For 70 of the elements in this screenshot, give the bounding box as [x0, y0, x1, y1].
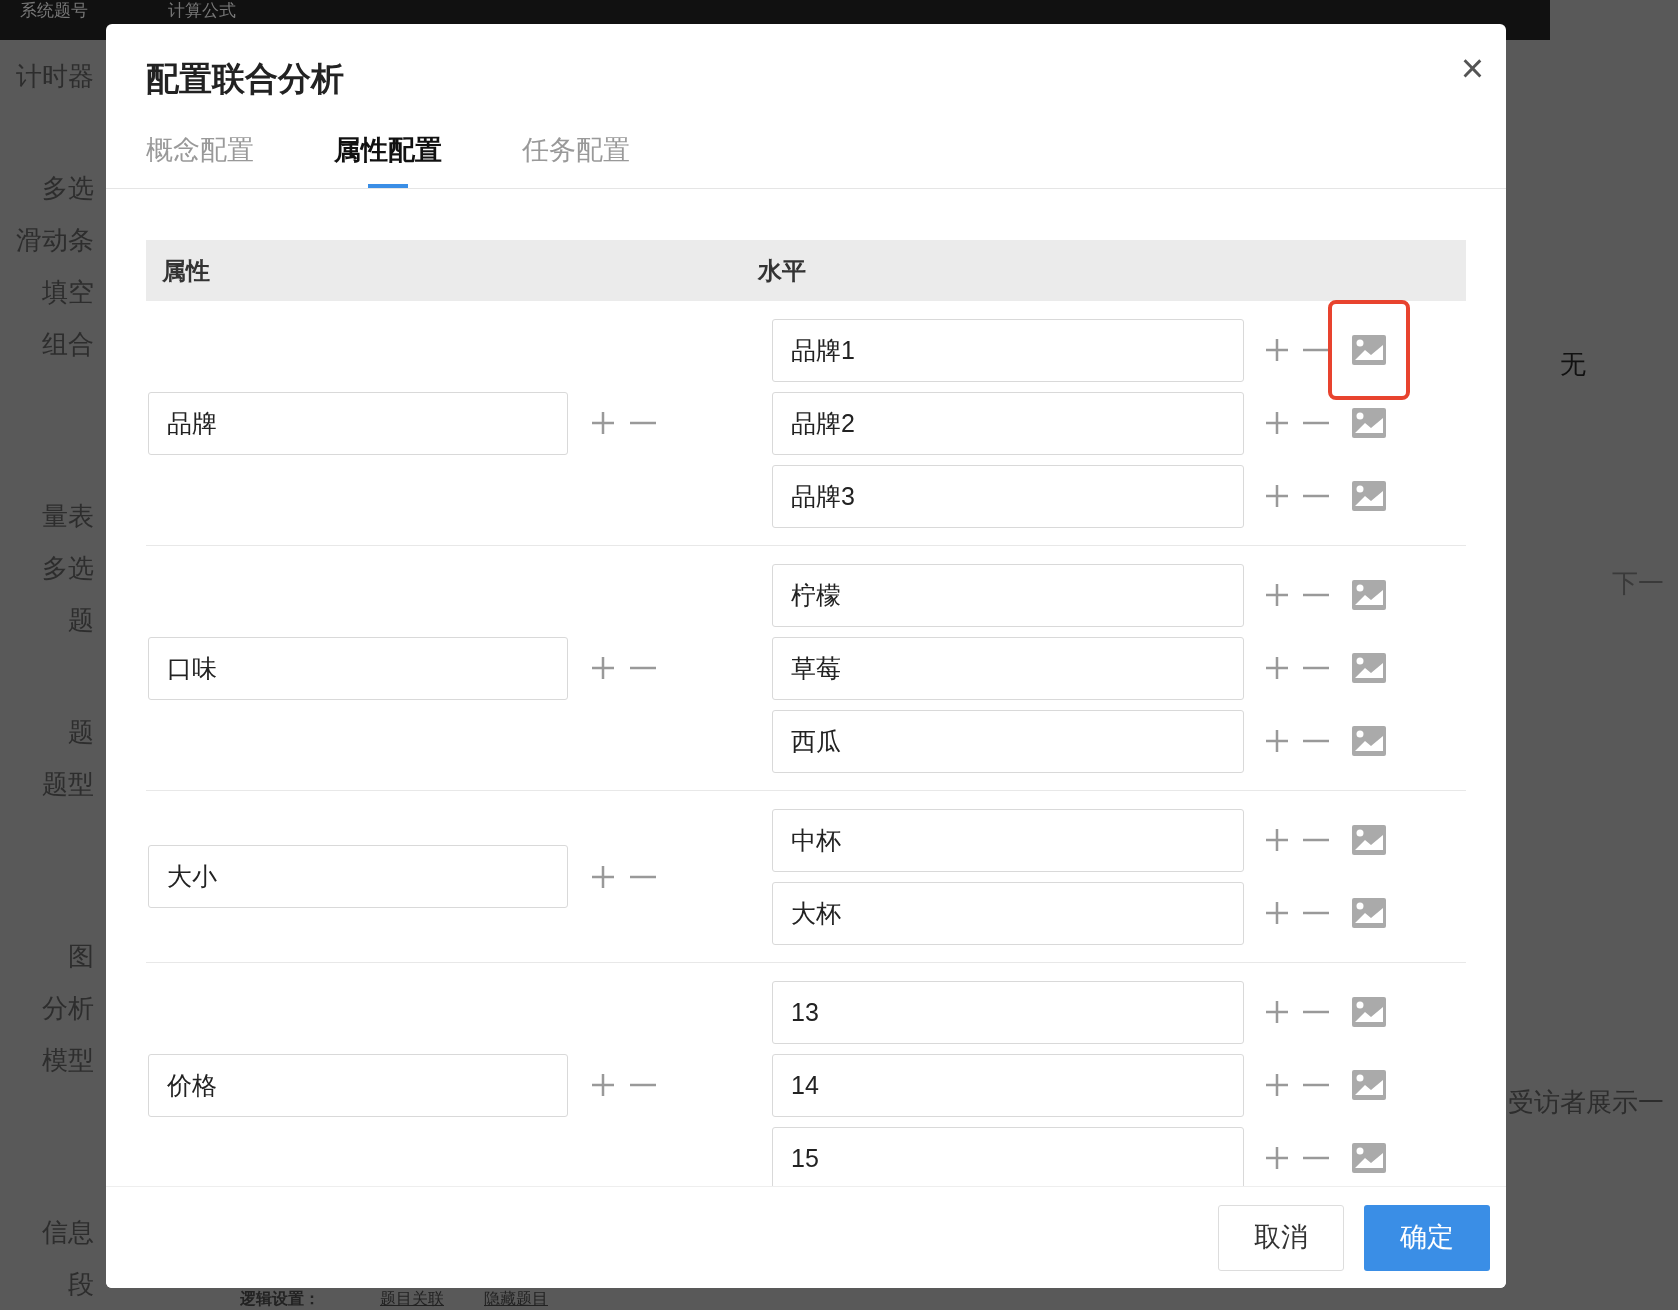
- minus-icon[interactable]: [630, 1083, 656, 1087]
- column-header: 水平: [758, 255, 806, 286]
- level-input[interactable]: 品牌3: [772, 464, 1244, 528]
- minus-icon[interactable]: [1303, 348, 1329, 352]
- plus-icon[interactable]: [1264, 900, 1290, 926]
- image-icon[interactable]: [1352, 1143, 1386, 1173]
- plus-icon[interactable]: [590, 1072, 616, 1098]
- minus-icon[interactable]: [1303, 739, 1329, 743]
- image-icon[interactable]: [1352, 481, 1386, 511]
- confirm-button[interactable]: 确定: [1364, 1204, 1490, 1271]
- minus-icon[interactable]: [1303, 1010, 1329, 1014]
- level-input[interactable]: 15: [772, 1126, 1244, 1186]
- minus-icon[interactable]: [1303, 666, 1329, 670]
- plus-icon[interactable]: [590, 410, 616, 436]
- image-icon[interactable]: [1352, 1070, 1386, 1100]
- attribute-input[interactable]: 价格: [148, 1053, 568, 1117]
- plus-icon[interactable]: [1264, 655, 1290, 681]
- image-icon[interactable]: [1352, 335, 1386, 365]
- plus-icon[interactable]: [590, 655, 616, 681]
- image-icon[interactable]: [1352, 408, 1386, 438]
- plus-icon[interactable]: [1264, 999, 1290, 1025]
- plus-icon[interactable]: [1264, 827, 1290, 853]
- plus-icon[interactable]: [1264, 410, 1290, 436]
- plus-icon[interactable]: [1264, 1145, 1290, 1171]
- plus-icon[interactable]: [1264, 337, 1290, 363]
- top-bar-text: 系统题号: [20, 0, 88, 22]
- minus-icon[interactable]: [1303, 593, 1329, 597]
- plus-icon[interactable]: [1264, 728, 1290, 754]
- image-icon[interactable]: [1352, 726, 1386, 756]
- attribute-input[interactable]: 品牌: [148, 391, 568, 455]
- minus-icon[interactable]: [1303, 1083, 1329, 1087]
- plus-icon[interactable]: [1264, 483, 1290, 509]
- level-input[interactable]: 13: [772, 980, 1244, 1044]
- level-input[interactable]: 柠檬: [772, 563, 1244, 627]
- logic-link[interactable]: 题目关联: [380, 1289, 444, 1309]
- minus-icon[interactable]: [630, 874, 656, 879]
- minus-icon[interactable]: [630, 666, 656, 670]
- minus-icon[interactable]: [1303, 1156, 1329, 1160]
- cancel-button[interactable]: 取消: [1218, 1204, 1344, 1271]
- attribute-input[interactable]: 口味: [148, 636, 568, 700]
- level-input[interactable]: 中杯: [772, 808, 1244, 872]
- minus-icon[interactable]: [630, 421, 656, 425]
- close-button[interactable]: ×: [1460, 48, 1484, 88]
- tab[interactable]: 概念配置: [146, 129, 254, 188]
- image-icon[interactable]: [1352, 580, 1386, 610]
- level-input[interactable]: 品牌2: [772, 391, 1244, 455]
- image-icon[interactable]: [1352, 653, 1386, 683]
- image-icon[interactable]: [1352, 825, 1386, 855]
- image-icon[interactable]: [1352, 898, 1386, 928]
- minus-icon[interactable]: [1303, 494, 1329, 498]
- level-input[interactable]: 西瓜: [772, 709, 1244, 773]
- level-input[interactable]: 草莓: [772, 636, 1244, 700]
- minus-icon[interactable]: [1303, 421, 1329, 425]
- level-input[interactable]: 品牌1: [772, 318, 1244, 382]
- top-bar-text: 计算公式: [168, 0, 236, 22]
- dialog-title: 配置联合分析: [146, 59, 344, 99]
- tab[interactable]: 任务配置: [522, 129, 630, 188]
- column-header: 属性: [162, 255, 211, 286]
- minus-icon[interactable]: [1303, 911, 1329, 915]
- plus-icon[interactable]: [1264, 582, 1290, 608]
- attribute-input[interactable]: 大小: [148, 845, 568, 908]
- minus-icon[interactable]: [1303, 838, 1329, 842]
- image-icon[interactable]: [1352, 997, 1386, 1027]
- logic-link[interactable]: 隐藏题目: [484, 1289, 548, 1309]
- plus-icon[interactable]: [590, 863, 616, 890]
- level-input[interactable]: 14: [772, 1053, 1244, 1117]
- tab[interactable]: 属性配置: [334, 129, 442, 188]
- level-input[interactable]: 大杯: [772, 881, 1244, 945]
- background-text: 无: [1560, 348, 1586, 381]
- plus-icon[interactable]: [1264, 1072, 1290, 1098]
